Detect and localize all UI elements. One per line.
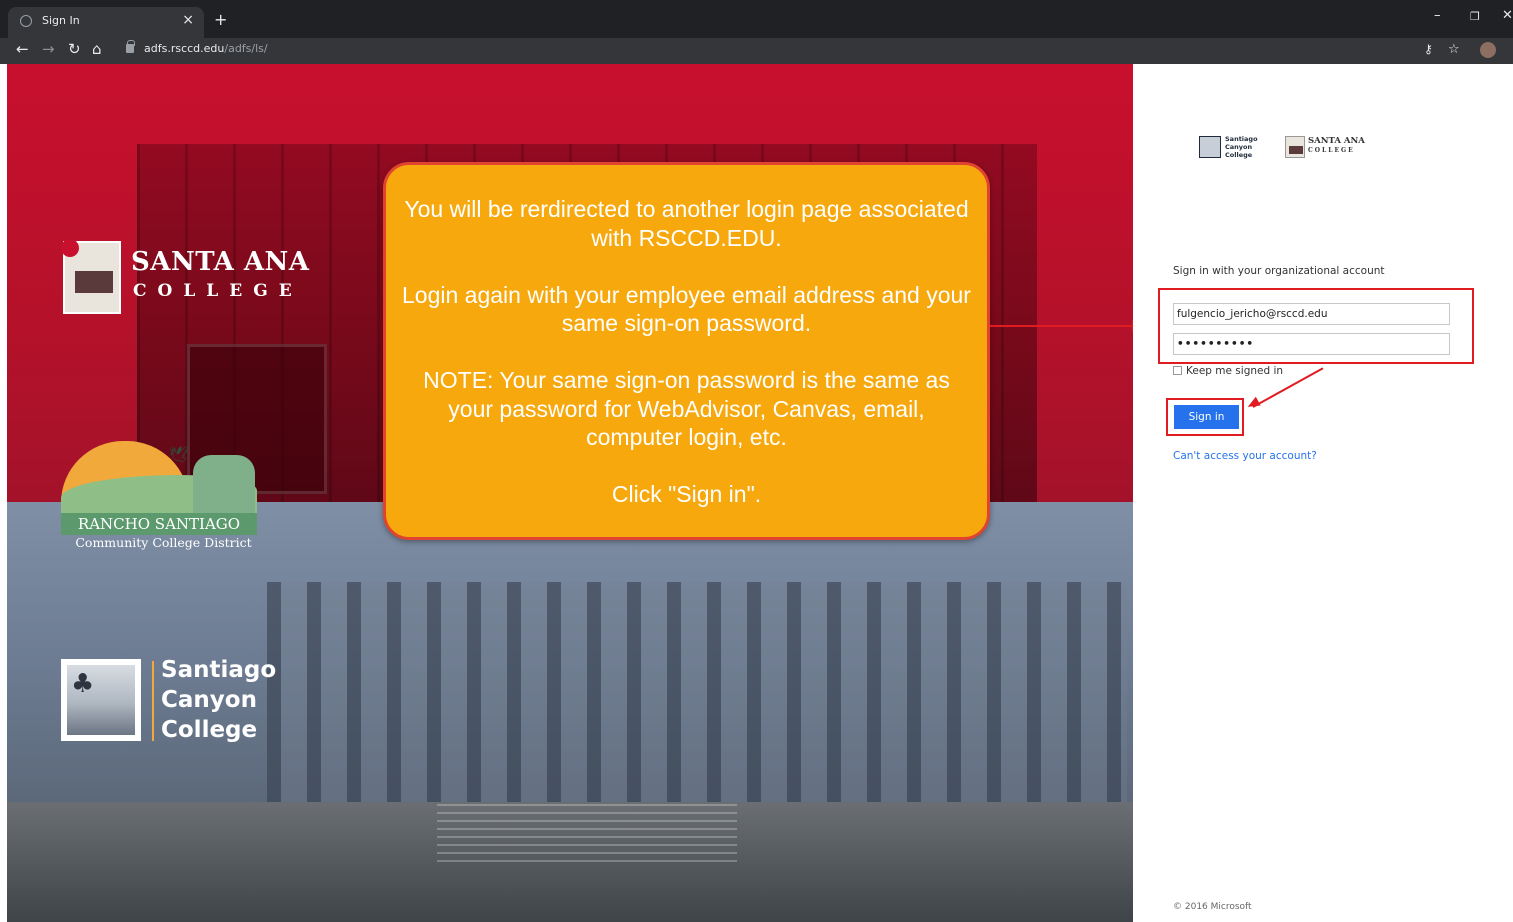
college-logos: Santiago Canyon College SANTA ANA COLLEG… (1199, 135, 1369, 162)
callout-arrow (990, 325, 1134, 327)
key-icon[interactable]: ⚷ (1424, 42, 1433, 56)
profile-avatar[interactable] (1480, 42, 1496, 58)
back-icon[interactable]: ← (16, 40, 29, 58)
keep-signed-in-checkbox[interactable]: Keep me signed in (1173, 365, 1283, 377)
window-close-icon[interactable]: ✕ (1502, 8, 1513, 23)
sa-logo-icon (1285, 136, 1305, 158)
globe-icon (20, 15, 32, 27)
arrow-left-icon (1245, 396, 1261, 412)
checkbox-icon[interactable] (1173, 366, 1182, 375)
password-field[interactable]: •••••••••• (1173, 333, 1450, 355)
instruction-callout: You will be rerdirected to another login… (383, 162, 990, 540)
callout-paragraph: NOTE: Your same sign-on password is the … (423, 367, 950, 450)
callout-paragraph: Login again with your employee email add… (402, 281, 971, 337)
forward-icon[interactable]: → (42, 40, 55, 58)
browser-toolbar: ← → ↻ ⌂ adfs.rsccd.edu/adfs/ls/ ⚷ ☆ (0, 38, 1513, 64)
copyright-footer: © 2016 Microsoft (1173, 902, 1252, 912)
new-tab-icon[interactable]: + (214, 10, 227, 29)
sign-in-heading: Sign in with your organizational account (1173, 265, 1385, 277)
bird-icon: 🕊 (169, 445, 190, 464)
reload-icon[interactable]: ↻ (68, 40, 81, 58)
tree-icon: ♣ (61, 659, 141, 741)
landscape-icon: 🕊 (61, 439, 257, 513)
tab-close-icon[interactable]: × (182, 12, 194, 28)
santiago-canyon-college-logo: ♣ Santiago Canyon College (61, 657, 301, 754)
address-bar[interactable]: adfs.rsccd.edu/adfs/ls/ (114, 39, 1414, 61)
callout-paragraph: Click "Sign in". (611, 481, 762, 507)
rancho-santiago-logo: 🕊 RANCHO SANTIAGO Community College Dist… (61, 439, 266, 554)
tab-title: Sign In (42, 14, 80, 27)
santa-ana-college-logo: SANTA ANA COLLEGE (61, 239, 309, 316)
sign-in-panel: Santiago Canyon College SANTA ANA COLLEG… (1133, 64, 1513, 922)
email-field[interactable]: fulgencio_jericho@rsccd.edu (1173, 303, 1450, 325)
scc-logo-icon (1199, 136, 1221, 158)
cant-access-link[interactable]: Can't access your account? (1173, 450, 1317, 462)
callout-paragraph: You will be rerdirected to another login… (404, 196, 969, 251)
sign-in-button[interactable]: Sign in (1174, 405, 1239, 429)
minimize-icon[interactable]: – (1434, 8, 1441, 23)
url-text: adfs.rsccd.edu/adfs/ls/ (144, 42, 268, 55)
restore-icon[interactable]: ❐ (1470, 10, 1480, 23)
lock-icon (126, 40, 135, 53)
browser-titlebar: Sign In × + – ❐ ✕ (0, 0, 1513, 38)
browser-tab[interactable]: Sign In × (8, 7, 204, 38)
home-icon[interactable]: ⌂ (92, 40, 102, 58)
mission-icon (61, 239, 121, 314)
star-icon[interactable]: ☆ (1448, 42, 1460, 57)
